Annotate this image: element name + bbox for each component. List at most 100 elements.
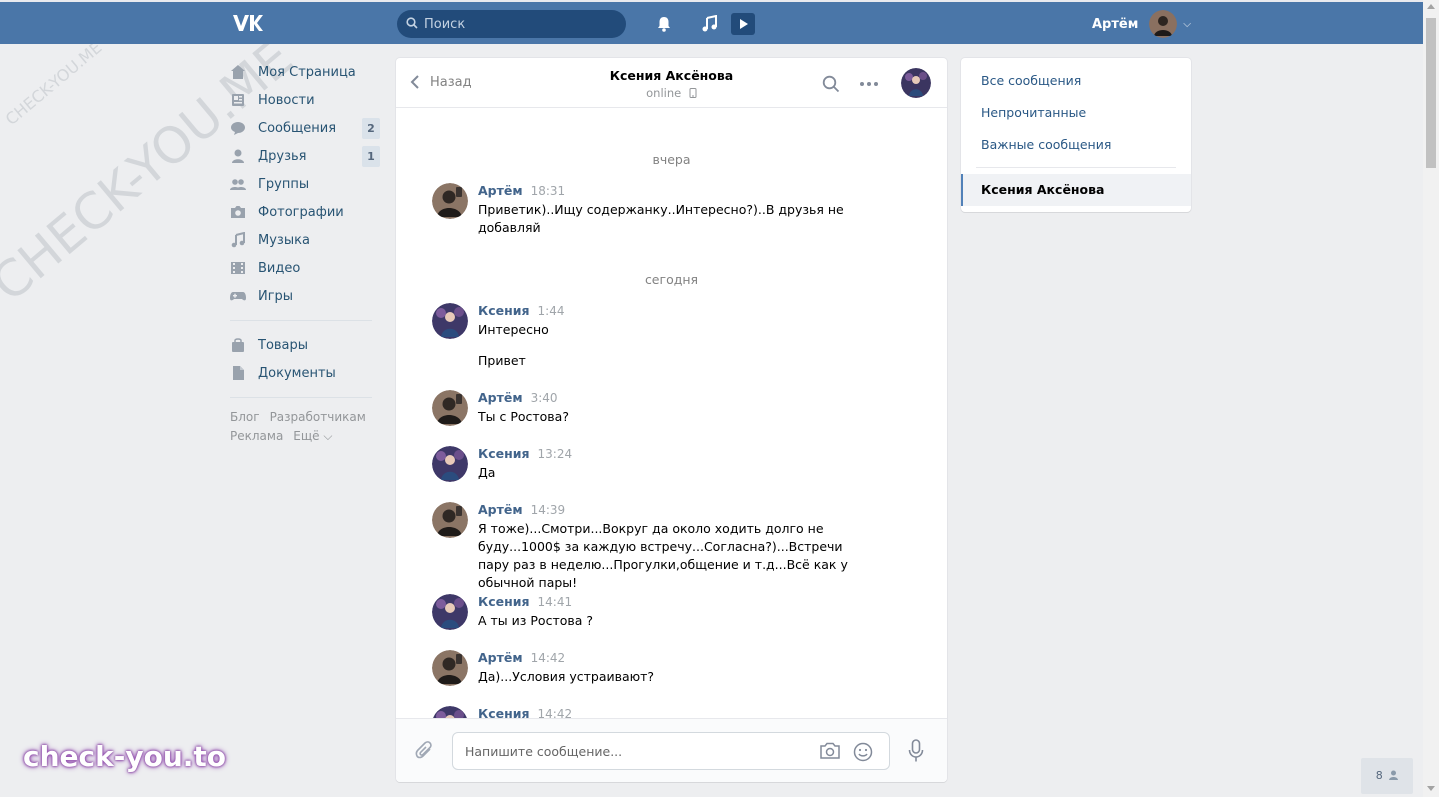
message-author[interactable]: Ксения 14:41 xyxy=(478,594,572,609)
author-avatar[interactable] xyxy=(432,706,468,718)
message[interactable]: Ксения 14:41 А ты из Ростова ? xyxy=(432,594,872,654)
day-separator: вчера xyxy=(652,152,691,167)
message-time: 14:42 xyxy=(537,707,573,718)
message-text: Привет xyxy=(478,353,526,368)
message-author[interactable]: Ксения 13:24 xyxy=(478,446,572,461)
footer-link-dev[interactable]: Разработчикам xyxy=(270,410,366,424)
emoji-icon[interactable] xyxy=(853,742,873,762)
message[interactable]: Артём 14:42 Да)...Условия устраивают? xyxy=(432,650,872,710)
sidebar-item[interactable]: Сообщения 2 xyxy=(230,114,380,142)
author-avatar[interactable] xyxy=(432,183,468,219)
sidebar-item[interactable]: Товары xyxy=(230,331,380,359)
footer-links: Блог Разработчикам Реклама Ещё ⌵ xyxy=(230,408,380,446)
sidebar-item-label: Группы xyxy=(258,176,310,192)
filter-all-messages[interactable]: Все сообщения xyxy=(981,73,1081,88)
message-author[interactable]: Артём 3:40 xyxy=(478,390,558,405)
vk-logo-icon xyxy=(233,15,263,31)
message[interactable]: Артём 14:39 Я тоже)...Смотри...Вокруг да о… xyxy=(432,502,872,590)
filter-important[interactable]: Важные сообщения xyxy=(981,137,1111,152)
message-text: Я тоже)...Смотри...Вокруг да около ходит… xyxy=(478,521,848,590)
music-icon[interactable] xyxy=(701,15,719,33)
author-avatar[interactable] xyxy=(432,594,468,630)
footer-link-ads[interactable]: Реклама xyxy=(230,429,283,443)
message-author[interactable]: Артём 14:42 xyxy=(478,650,565,665)
photo-icon xyxy=(231,206,245,218)
sidebar-item[interactable]: Моя Страница xyxy=(230,58,380,86)
message-author[interactable]: Артём 14:39 xyxy=(478,502,565,517)
message[interactable]: Ксения 14:42 xyxy=(432,706,872,718)
scroll-down-arrow[interactable] xyxy=(1427,786,1435,791)
message-input[interactable] xyxy=(465,733,805,769)
divider xyxy=(976,167,1176,168)
watermark-diagonal-small: CHECK-YOU.ME xyxy=(1,37,106,129)
message-text: Да xyxy=(478,465,496,480)
author-avatar[interactable] xyxy=(432,650,468,686)
online-friends-button[interactable]: 8 xyxy=(1361,758,1413,794)
filter-unread[interactable]: Непрочитанные xyxy=(981,105,1086,120)
author-avatar[interactable] xyxy=(432,446,468,482)
music-icon xyxy=(231,232,245,248)
message-author[interactable]: Ксения 14:42 xyxy=(478,706,572,718)
search-input[interactable] xyxy=(424,10,619,38)
user-menu[interactable]: Артём ⌵ xyxy=(1092,10,1191,38)
sidebar-item-label: Фотографии xyxy=(258,204,344,220)
footer-link-blog[interactable]: Блог xyxy=(230,410,260,424)
sidebar-item[interactable]: Новости xyxy=(230,86,380,114)
news-icon xyxy=(232,94,244,106)
online-count: 8 xyxy=(1375,769,1383,782)
search-box[interactable] xyxy=(397,10,626,38)
sidebar-item[interactable]: Фотографии xyxy=(230,198,380,226)
more-icon[interactable] xyxy=(859,81,879,87)
vk-logo[interactable] xyxy=(231,13,265,38)
message-time: 3:40 xyxy=(530,391,558,405)
peer-avatar[interactable] xyxy=(901,68,931,98)
message-history[interactable]: вчера сегодня Артём 18:31 Приветик)..Ищу с… xyxy=(396,109,947,718)
user-avatar xyxy=(1149,10,1178,38)
microphone-icon[interactable] xyxy=(908,739,924,763)
composer xyxy=(396,718,947,782)
camera-icon[interactable] xyxy=(819,742,841,760)
sidebar-item[interactable]: Видео xyxy=(230,254,380,282)
message[interactable]: Артём 3:40 Ты с Ростова? xyxy=(432,390,872,450)
counter-badge: 2 xyxy=(362,118,380,139)
home-icon xyxy=(231,65,245,79)
message[interactable]: Артём 18:31 Приветик)..Ищу содержанку..Инт… xyxy=(432,183,872,243)
message-time: 1:44 xyxy=(537,304,565,318)
scroll-thumb[interactable] xyxy=(1426,18,1436,168)
message-text: А ты из Ростова ? xyxy=(478,613,594,628)
message-author[interactable]: Артём 18:31 xyxy=(478,183,565,198)
message[interactable]: Ксения 13:24 Да xyxy=(432,446,872,506)
author-avatar[interactable] xyxy=(432,390,468,426)
message-author[interactable]: Ксения 1:44 xyxy=(478,303,564,318)
user-name: Артём xyxy=(1092,16,1139,32)
author-avatar[interactable] xyxy=(432,502,468,538)
active-dialog[interactable]: Ксения Аксёнова xyxy=(961,174,1191,206)
watermark-logo: check-you.to xyxy=(23,740,227,773)
message-input-box[interactable] xyxy=(452,732,890,770)
sidebar-item[interactable]: Друзья 1 xyxy=(230,142,380,170)
friends-icon xyxy=(232,149,244,163)
groups-icon xyxy=(230,179,246,190)
video-icon xyxy=(231,262,245,274)
vertical-scrollbar[interactable] xyxy=(1423,0,1439,797)
scroll-up-arrow[interactable] xyxy=(1427,4,1435,9)
sidebar-item[interactable]: Игры xyxy=(230,282,380,310)
sidebar-item-label: Моя Страница xyxy=(258,64,356,80)
author-avatar[interactable] xyxy=(432,303,468,339)
sidebar-item[interactable]: Музыка xyxy=(230,226,380,254)
messages-icon xyxy=(231,122,245,135)
sidebar-item[interactable]: Документы xyxy=(230,359,380,387)
search-icon xyxy=(406,17,418,29)
message-time: 14:42 xyxy=(530,651,566,665)
sidebar-item[interactable]: Группы xyxy=(230,170,380,198)
bell-icon[interactable] xyxy=(655,15,673,33)
message-text: Интересно xyxy=(478,322,549,337)
play-icon[interactable] xyxy=(731,13,755,35)
search-icon[interactable] xyxy=(822,75,840,93)
footer-link-more[interactable]: Ещё ⌵ xyxy=(293,429,332,443)
attach-icon[interactable] xyxy=(415,741,435,763)
chevron-down-icon: ⌵ xyxy=(1183,18,1191,30)
message[interactable]: Ксения 1:44 Интересно Привет xyxy=(432,303,872,368)
dialogs-filter-panel: Все сообщения Непрочитанные Важные сообщ… xyxy=(961,58,1191,212)
message-time: 18:31 xyxy=(530,184,566,198)
